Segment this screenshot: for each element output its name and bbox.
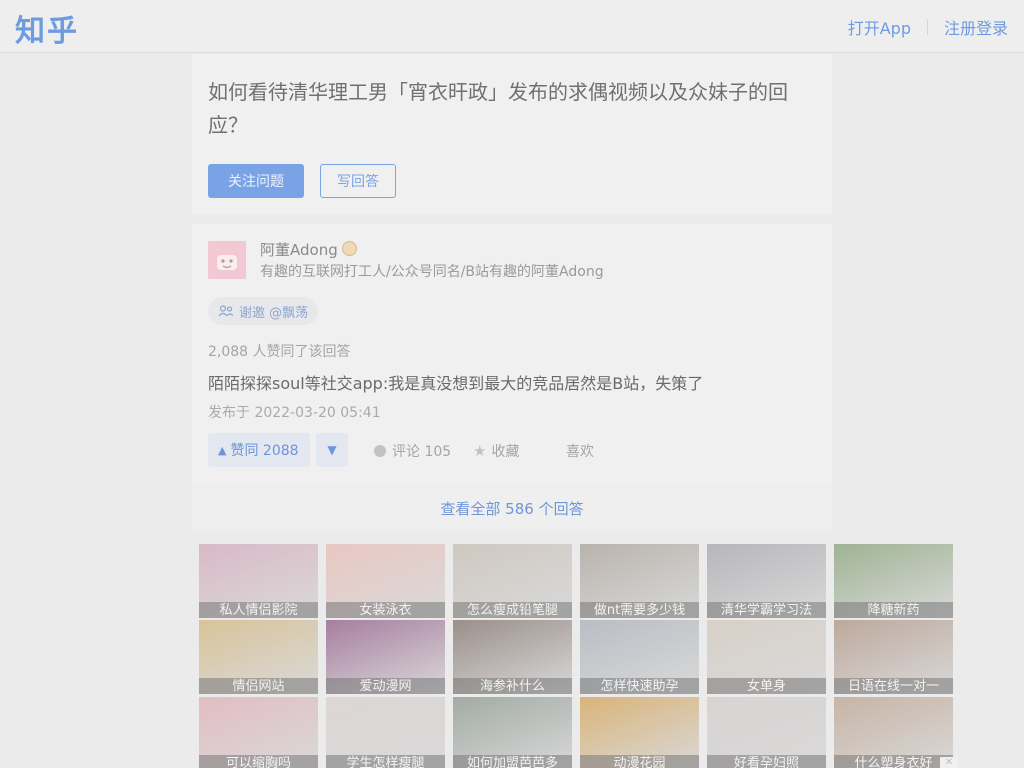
invite-tag[interactable]: 谢邀 @飘荡 <box>208 297 319 325</box>
avatar-image <box>208 241 246 279</box>
ad-tile-label: 什么塑身衣好 <box>834 755 953 768</box>
ad-tile-label: 可以缩胸吗 <box>199 755 318 768</box>
register-login-link[interactable]: 注册登录 <box>944 15 1008 39</box>
close-ad-icon[interactable]: ✕ <box>940 757 958 768</box>
ad-tile[interactable]: 怎么瘦成铅笔腿 <box>453 544 572 618</box>
ad-tile[interactable]: 如何加盟芭芭多 <box>453 697 572 768</box>
downvote-triangle-icon: ▼ <box>327 443 337 457</box>
ad-tile-label: 如何加盟芭芭多 <box>453 755 572 768</box>
invite-label: 谢邀 @飘荡 <box>239 305 309 321</box>
publish-time: 发布于 2022-03-20 05:41 <box>208 405 381 421</box>
ad-tile[interactable]: 可以缩胸吗 <box>199 697 318 768</box>
ad-tile[interactable]: 清华学霸学习法 <box>707 544 826 618</box>
downvote-button[interactable]: ▼ <box>316 433 348 467</box>
ad-tile[interactable]: 女单身 <box>707 620 826 694</box>
ad-tile-label: 情侣网站 <box>199 678 318 694</box>
ad-tile-label: 海参补什么 <box>453 678 572 694</box>
ad-tile-label: 爱动漫网 <box>326 678 445 694</box>
top-bar: 知乎 打开App 注册登录 <box>0 0 1024 53</box>
verified-badge-icon <box>341 241 357 256</box>
ad-tile-label: 日语在线一对一 <box>834 678 953 694</box>
answer-card: 阿董Adong 有趣的互联网打工人/公众号同名/B站有趣的阿董Adong 谢邀 … <box>192 224 832 484</box>
people-icon <box>218 305 234 317</box>
question-title[interactable]: 如何看待清华理工男「宵衣旰政」发布的求偶视频以及众妹子的回应？ <box>208 76 808 142</box>
ad-tile[interactable]: 降糖新药 <box>834 544 953 618</box>
author-name[interactable]: 阿董Adong <box>260 241 338 259</box>
view-all-answers-link[interactable]: 查看全部 586 个回答 <box>192 485 832 531</box>
ad-tile-label: 好看孕妇照 <box>707 755 826 768</box>
comment-button[interactable]: 评论 105 <box>374 441 451 461</box>
answer-content[interactable]: 陌陌探探soul等社交app:我是真没想到最大的竞品居然是B站，失策了 <box>208 370 703 394</box>
ad-grid: 私人情侣影院 女装泳衣 怎么瘦成铅笔腿 做nt需要多少钱 清华学霸学习法 降糖新药情侣网站… <box>199 544 959 768</box>
divider <box>926 19 928 35</box>
ad-tile-label: 怎么瘦成铅笔腿 <box>453 602 572 618</box>
ad-tile[interactable]: 私人情侣影院 <box>199 544 318 618</box>
comment-icon <box>374 445 386 457</box>
write-answer-button[interactable]: 写回答 <box>320 164 396 198</box>
ad-tile[interactable]: 情侣网站 <box>199 620 318 694</box>
like-label: 喜欢 <box>566 444 594 460</box>
ad-tile-label: 女装泳衣 <box>326 602 445 618</box>
ad-tile-label: 清华学霸学习法 <box>707 602 826 618</box>
top-links: 打开App 注册登录 <box>848 15 1008 39</box>
ad-tile[interactable]: 爱动漫网 <box>326 620 445 694</box>
ad-tile[interactable]: 做nt需要多少钱 <box>580 544 699 618</box>
upvote-triangle-icon: ▲ <box>218 443 227 457</box>
votes-count-text: 2,088 人赞同了该回答 <box>208 344 351 360</box>
like-button[interactable]: 喜欢 <box>566 441 594 461</box>
author-bio: 有趣的互联网打工人/公众号同名/B站有趣的阿董Adong <box>260 264 604 280</box>
ad-tile[interactable]: 什么塑身衣好 <box>834 697 953 768</box>
author-name-line: 阿董Adong <box>260 239 357 260</box>
collect-label: 收藏 <box>491 444 520 460</box>
zhihu-logo[interactable]: 知乎 <box>15 6 79 50</box>
open-app-link[interactable]: 打开App <box>848 15 911 39</box>
ad-tile[interactable]: 动漫花园 <box>580 697 699 768</box>
follow-question-button[interactable]: 关注问题 <box>208 164 304 198</box>
ad-tile-label: 学生怎样瘦腿 <box>326 755 445 768</box>
ad-tile[interactable]: 学生怎样瘦腿 <box>326 697 445 768</box>
avatar[interactable] <box>208 241 246 279</box>
ad-tile[interactable]: 好看孕妇照 <box>707 697 826 768</box>
upvote-label: 赞同 2088 <box>230 443 299 459</box>
star-icon: ★ <box>473 442 487 460</box>
ad-tile-label: 降糖新药 <box>834 602 953 618</box>
ad-tile-label: 私人情侣影院 <box>199 602 318 618</box>
collect-button[interactable]: ★ 收藏 <box>473 441 519 461</box>
ad-tile-label: 动漫花园 <box>580 755 699 768</box>
question-card: 如何看待清华理工男「宵衣旰政」发布的求偶视频以及众妹子的回应？ 关注问题 写回答 <box>192 54 832 214</box>
upvote-button[interactable]: ▲ 赞同 2088 <box>208 433 310 467</box>
ad-tile-label: 女单身 <box>707 678 826 694</box>
ad-tile-label: 怎样快速助孕 <box>580 678 699 694</box>
comment-label: 评论 105 <box>392 444 452 460</box>
ad-tile[interactable]: 海参补什么 <box>453 620 572 694</box>
ad-tile[interactable]: 怎样快速助孕 <box>580 620 699 694</box>
ad-tile[interactable]: 日语在线一对一 <box>834 620 953 694</box>
ad-tile-label: 做nt需要多少钱 <box>580 602 699 618</box>
ad-tile[interactable]: 女装泳衣 <box>326 544 445 618</box>
